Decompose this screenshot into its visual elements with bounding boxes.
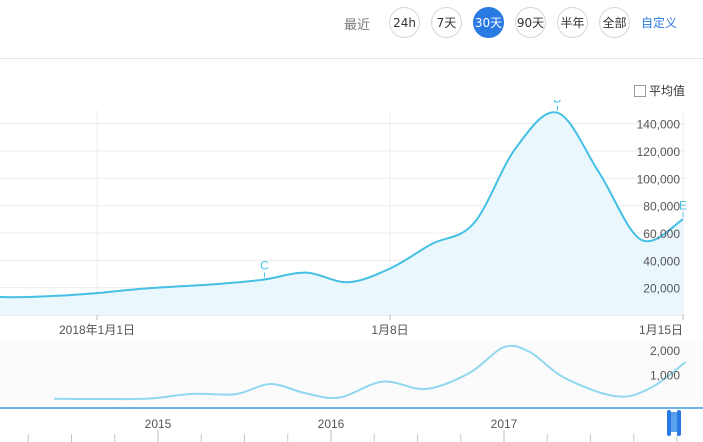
area-fill [0, 112, 683, 315]
average-toggle[interactable]: 平均值 [634, 82, 685, 99]
y-tick-label: 80,000 [643, 200, 680, 214]
x-tick-label: 2018年1月1日 [59, 323, 135, 337]
navigator-x-tick-label: 2017 [491, 417, 518, 431]
range-button-all[interactable]: 全部 [599, 7, 630, 38]
y-tick-label: 40,000 [643, 254, 680, 268]
y-tick-label: 120,000 [637, 145, 681, 159]
scrollbar-handle-left[interactable] [667, 410, 671, 436]
scrollbar-track[interactable] [0, 408, 703, 442]
navigator-x-tick-label: 2016 [318, 417, 345, 431]
y-tick-label: 60,000 [643, 227, 680, 241]
range-button-30d[interactable]: 30天 [473, 7, 504, 38]
y-tick-label: 20,000 [643, 282, 680, 296]
chart-page: 最近 24h 7天 30天 90天 半年 全部 自定义 平均值 20,000 40… [0, 0, 703, 442]
range-button-half-year[interactable]: 半年 [557, 7, 588, 38]
navigator-x-tick-label: 2015 [145, 417, 172, 431]
annotation-d: D [553, 100, 562, 106]
toolbar-divider [0, 58, 703, 59]
navigator-y-tick-label: 2,000 [650, 344, 680, 358]
scrollbar-handle-grip[interactable] [671, 412, 677, 432]
custom-range-link[interactable]: 自定义 [641, 14, 677, 31]
scrollbar-handle-right[interactable] [677, 410, 681, 436]
range-button-24h[interactable]: 24h [389, 7, 420, 38]
annotation-e: E [679, 198, 687, 212]
range-button-7d[interactable]: 7天 [431, 7, 462, 38]
annotation-c: C [260, 258, 269, 272]
range-button-90d[interactable]: 90天 [515, 7, 546, 38]
recent-label: 最近 [344, 17, 371, 32]
y-tick-label: 100,000 [637, 172, 681, 186]
navigator-y-tick-label: 1,000 [650, 368, 680, 382]
navigator-chart[interactable]: 1,000 2,000 2015 2016 2017 [0, 342, 703, 442]
main-area-chart: 20,000 40,000 60,000 80,000 100,000 120,000 14… [0, 100, 687, 337]
time-range-toolbar: 最近 24h 7天 30天 90天 半年 全部 自定义 [0, 5, 703, 39]
x-tick-label: 1月8日 [371, 323, 408, 337]
average-label: 平均值 [649, 84, 686, 98]
y-tick-label: 140,000 [637, 118, 681, 132]
average-checkbox[interactable] [634, 84, 646, 97]
x-tick-label: 1月15日 [639, 323, 683, 337]
